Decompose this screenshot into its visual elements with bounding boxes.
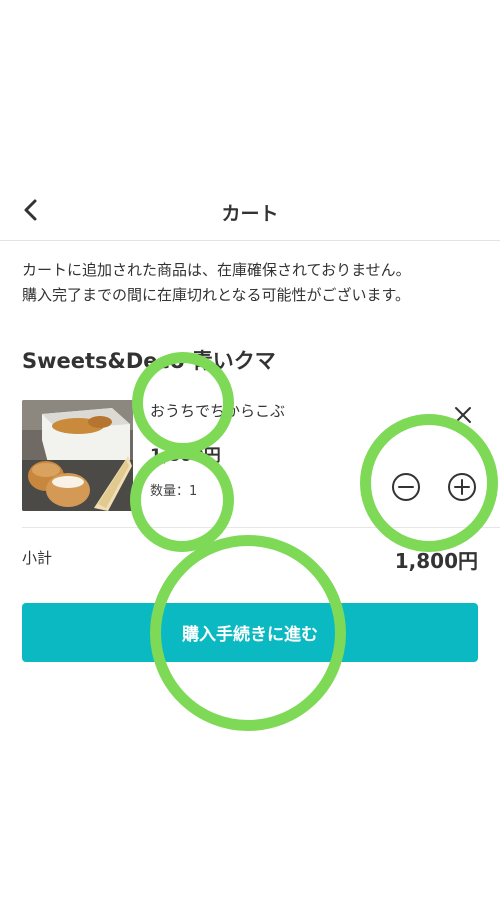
item-image[interactable]: [22, 400, 133, 511]
close-icon: [453, 405, 473, 429]
checkout-button-label: 購入手続きに進む: [182, 625, 318, 645]
stock-notice: カートに追加された商品は、在庫確保されておりません。 購入完了までの間に在庫切れ…: [22, 258, 492, 308]
header-bar: カート: [0, 185, 500, 241]
checkout-button[interactable]: 購入手続きに進む: [22, 603, 478, 662]
subtotal-value: 1,800円: [394, 549, 478, 573]
plus-circle-icon: [447, 472, 477, 506]
subtotal-label: 小計: [22, 549, 53, 567]
item-name[interactable]: おうちでちからこぶ: [150, 400, 285, 421]
notice-line-1: カートに追加された商品は、在庫確保されておりません。: [22, 261, 411, 279]
divider: [22, 527, 500, 528]
increase-quantity-button[interactable]: [446, 473, 478, 505]
remove-item-button[interactable]: [450, 404, 476, 430]
item-quantity: 数量：1: [150, 484, 198, 499]
page-title: カート: [221, 203, 279, 225]
decrease-quantity-button[interactable]: [390, 473, 422, 505]
cart-screen: カート カートに追加された商品は、在庫確保されておりません。 購入完了までの間に…: [0, 0, 500, 900]
notice-line-2: 購入完了までの間に在庫切れとなる可能性がございます。: [22, 286, 411, 304]
minus-circle-icon: [391, 472, 421, 506]
shop-name[interactable]: Sweets&Deco 青いクマ: [22, 345, 276, 375]
item-price: 1,800円: [150, 446, 221, 466]
